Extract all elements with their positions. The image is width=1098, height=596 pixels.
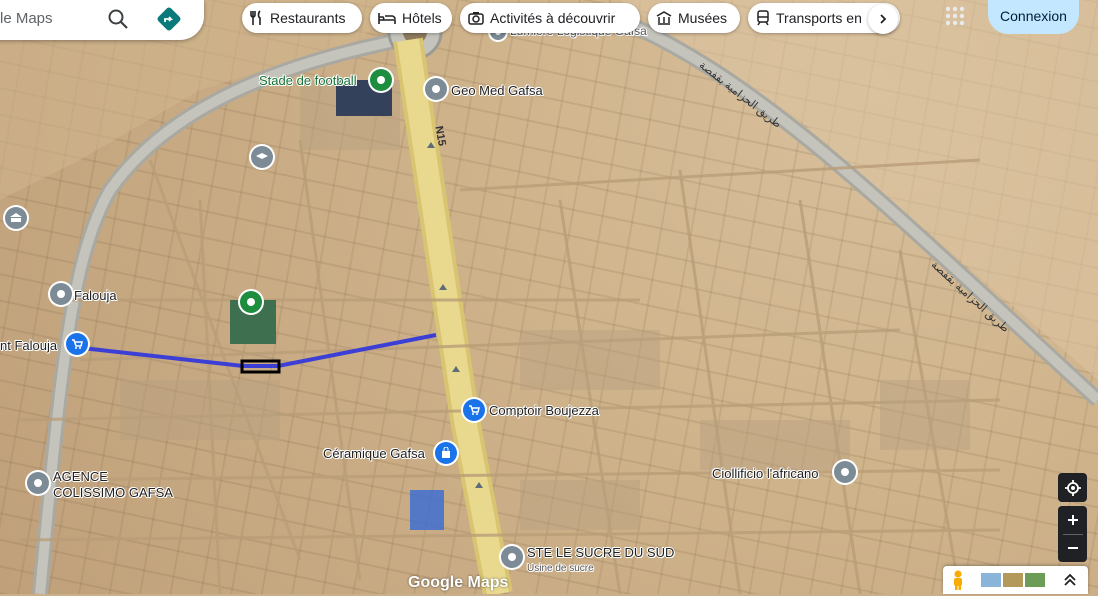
chip-hotels[interactable]: Hôtels xyxy=(370,3,452,33)
layer-thumb-terrain[interactable] xyxy=(981,573,1001,587)
chip-musees[interactable]: Musées xyxy=(648,3,740,33)
pin-field[interactable] xyxy=(240,291,262,313)
place-label-colissimo[interactable]: COLISSIMO GAFSA xyxy=(53,485,173,500)
apps-grid-icon xyxy=(945,6,965,26)
museum-icon xyxy=(656,11,672,25)
pin-ciolllificio[interactable] xyxy=(834,461,856,483)
chip-activites[interactable]: Activités à découvrir xyxy=(460,3,640,33)
search-button[interactable] xyxy=(104,5,132,33)
map-background xyxy=(0,0,1098,594)
search-box[interactable]: le Maps xyxy=(0,0,204,40)
pin-falouja[interactable] xyxy=(50,283,72,305)
place-label-agence[interactable]: AGENCE xyxy=(53,469,108,484)
chevron-right-icon xyxy=(880,14,887,24)
place-sublabel-sucre: Usine de sucre xyxy=(527,563,594,574)
place-label-sucre[interactable]: STE LE SUCRE DU SUD xyxy=(527,545,674,560)
place-label-ceramique[interactable]: Céramique Gafsa xyxy=(323,446,425,461)
place-label-comptoir[interactable]: Comptoir Boujezza xyxy=(489,403,599,418)
pin-dot-icon xyxy=(508,553,516,561)
place-label-geomed[interactable]: Geo Med Gafsa xyxy=(451,83,543,98)
cart-icon xyxy=(72,339,83,349)
apps-button[interactable] xyxy=(944,5,966,27)
pin-dot-icon xyxy=(34,479,42,487)
my-location-icon xyxy=(1064,479,1081,496)
chip-transports-label: Transports en xyxy=(776,10,862,26)
plus-icon xyxy=(1067,515,1078,525)
pin-agence[interactable] xyxy=(27,472,49,494)
pin-market-falouja[interactable] xyxy=(66,333,88,355)
signin-button[interactable]: Connexion xyxy=(988,0,1079,34)
transit-icon xyxy=(757,10,769,26)
pin-comptoir[interactable] xyxy=(463,399,485,421)
bed-icon xyxy=(378,13,396,24)
pin-sucre[interactable] xyxy=(501,546,523,568)
pin-museum-west[interactable] xyxy=(5,207,27,229)
place-label-falouja[interactable]: Falouja xyxy=(74,288,117,303)
layer-thumb-default[interactable] xyxy=(1025,573,1045,587)
chip-restaurants[interactable]: Restaurants xyxy=(242,3,362,33)
place-label-market-falouja[interactable]: nt Falouja xyxy=(0,338,57,353)
place-label-stade[interactable]: Stade de football xyxy=(259,73,357,88)
layer-thumb-satellite[interactable] xyxy=(1003,573,1023,587)
chip-activites-label: Activités à découvrir xyxy=(490,10,616,26)
zoom-in-button[interactable] xyxy=(1058,507,1087,534)
search-icon xyxy=(108,9,128,29)
graduation-cap-icon xyxy=(256,153,268,159)
chip-musees-label: Musées xyxy=(678,10,728,26)
pin-dot-icon xyxy=(247,298,255,306)
street-view-pegman[interactable] xyxy=(949,569,967,591)
pin-stade[interactable] xyxy=(370,69,392,91)
directions-button[interactable] xyxy=(154,4,184,34)
chips-next-button[interactable] xyxy=(868,4,898,34)
map-canvas[interactable]: N15 طريق الحزامية بقفصة طريق الحزامية بق… xyxy=(0,0,1098,594)
my-location-button[interactable] xyxy=(1058,473,1087,502)
museum-icon xyxy=(10,213,22,222)
pin-dot-icon xyxy=(377,76,385,84)
minus-icon xyxy=(1067,547,1078,549)
pin-dot-icon xyxy=(841,468,849,476)
place-label-ciolllificio[interactable]: Ciollificio l'africano xyxy=(712,466,819,481)
pin-dot-icon xyxy=(57,290,65,298)
camera-icon xyxy=(468,12,484,25)
cart-icon xyxy=(469,405,480,415)
chip-restaurants-label: Restaurants xyxy=(270,10,346,26)
pegman-icon xyxy=(954,570,962,590)
pin-school[interactable] xyxy=(251,146,273,168)
expand-layers-button[interactable] xyxy=(1061,571,1079,589)
zoom-out-button[interactable] xyxy=(1058,535,1087,562)
pin-dot-icon xyxy=(432,85,440,93)
pin-ceramique[interactable] xyxy=(435,442,457,464)
double-chevron-up-icon xyxy=(1064,573,1076,586)
directions-icon xyxy=(157,7,181,31)
layers-bar xyxy=(943,566,1088,594)
zoom-controls xyxy=(1058,506,1087,562)
pin-geomed[interactable] xyxy=(425,78,447,100)
layer-thumbnails[interactable] xyxy=(981,573,1045,587)
fork-knife-icon xyxy=(250,10,261,25)
chip-hotels-label: Hôtels xyxy=(402,10,442,26)
google-maps-logo: Google Maps xyxy=(408,574,509,591)
search-input[interactable]: le Maps xyxy=(0,10,53,27)
shopping-bag-icon xyxy=(442,447,450,458)
